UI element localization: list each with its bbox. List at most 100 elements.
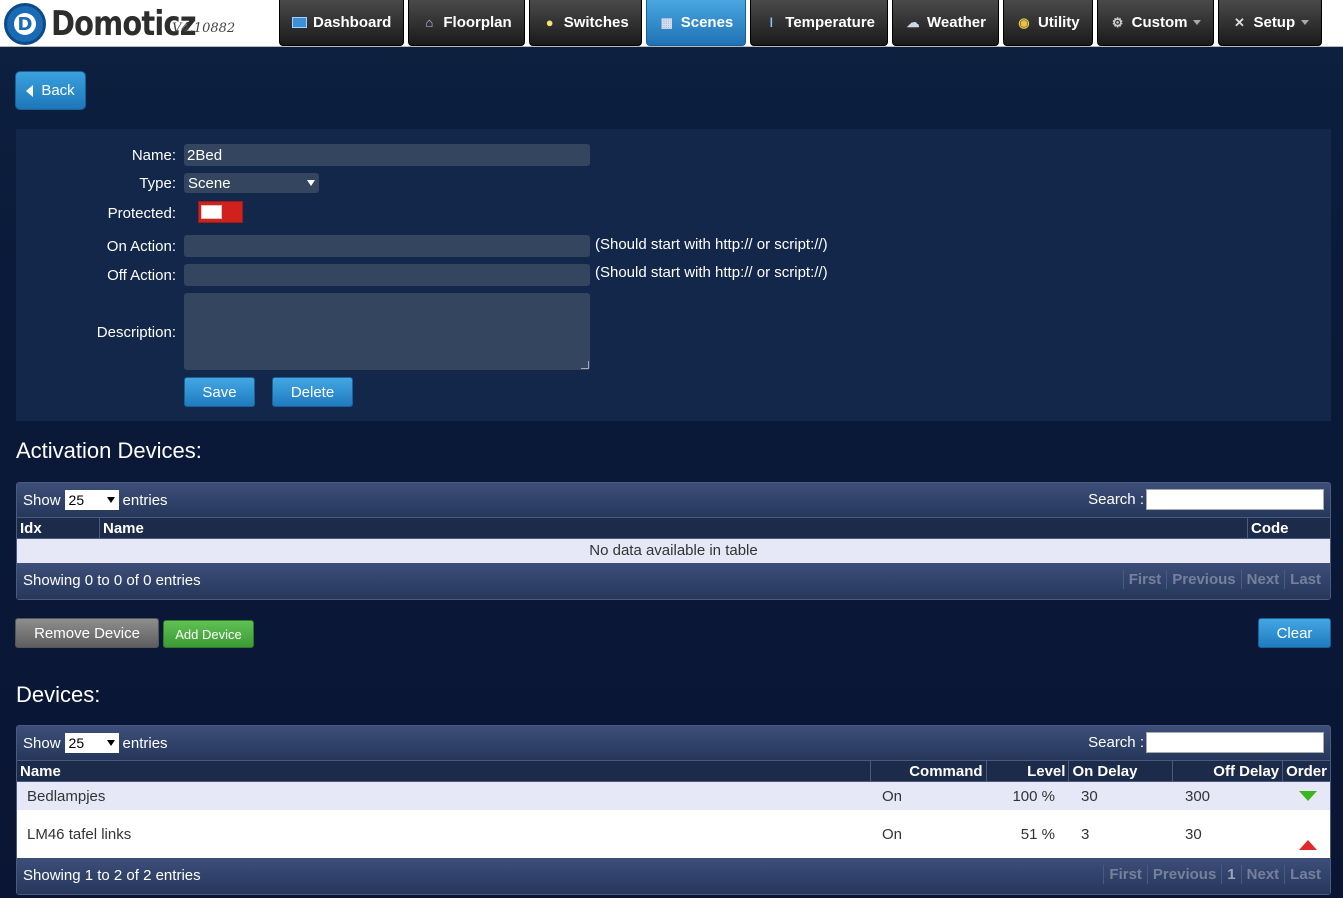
column-header-command[interactable]: Command bbox=[871, 761, 987, 781]
chevron-down-icon bbox=[1301, 20, 1310, 25]
back-arrow-icon bbox=[26, 84, 34, 97]
protected-toggle[interactable] bbox=[198, 201, 243, 223]
type-select[interactable]: Scene bbox=[184, 173, 319, 193]
activation-devices-title: Activation Devices: bbox=[16, 438, 202, 463]
length-control: Show 25 entries bbox=[23, 490, 168, 510]
main-nav: Dashboard ⌂ Floorplan ● Switches ▦ Scene… bbox=[279, 0, 1326, 46]
table-info: Showing 1 to 2 of 2 entries bbox=[23, 867, 201, 884]
floorplan-icon: ⌂ bbox=[425, 14, 434, 30]
table-footer: Showing 0 to 0 of 0 entries First Previo… bbox=[17, 563, 1330, 599]
remove-device-button[interactable]: Remove Device bbox=[15, 618, 159, 648]
empty-table-message: No data available in table bbox=[17, 539, 1330, 563]
device-on-delay: 30 bbox=[1081, 787, 1098, 805]
device-off-delay: 300 bbox=[1185, 787, 1211, 805]
description-textarea[interactable] bbox=[184, 293, 590, 370]
table-toolbar: Show 25 entries Search : bbox=[17, 483, 1330, 517]
table-toolbar: Show 25 entries Search : bbox=[17, 726, 1330, 760]
pager-next[interactable]: Next bbox=[1240, 865, 1285, 884]
device-command: On bbox=[882, 825, 903, 843]
gear-icon: ⚙ bbox=[1111, 14, 1124, 30]
column-header-name[interactable]: Name bbox=[17, 761, 871, 781]
column-header-idx[interactable]: Idx bbox=[17, 518, 100, 538]
off-action-hint: (Should start with http:// or script://) bbox=[595, 264, 828, 281]
resize-grip-icon[interactable] bbox=[581, 361, 589, 369]
clear-button[interactable]: Clear bbox=[1258, 618, 1331, 648]
pager-last[interactable]: Last bbox=[1284, 865, 1326, 884]
order-cell bbox=[1285, 782, 1330, 810]
nav-scenes[interactable]: ▦ Scenes bbox=[645, 0, 747, 46]
search-input[interactable] bbox=[1146, 489, 1324, 510]
page-length-select[interactable]: 25 bbox=[64, 490, 119, 510]
column-header-off-delay[interactable]: Off Delay bbox=[1173, 761, 1284, 781]
length-control: Show 25 entries bbox=[23, 733, 168, 753]
chevron-down-icon bbox=[106, 497, 115, 503]
device-name: Bedlampjes bbox=[27, 787, 106, 805]
nav-floorplan[interactable]: ⌂ Floorplan bbox=[408, 0, 525, 46]
off-action-label: Off Action: bbox=[107, 267, 176, 284]
table-row[interactable]: LM46 tafel links On 51 % 3 30 bbox=[17, 810, 1330, 858]
search-input[interactable] bbox=[1146, 732, 1324, 753]
chevron-down-icon bbox=[307, 180, 315, 186]
pager-previous[interactable]: Previous bbox=[1166, 570, 1240, 589]
pager-first[interactable]: First bbox=[1122, 570, 1167, 589]
toggle-knob bbox=[201, 205, 222, 219]
column-header-on-delay[interactable]: On Delay bbox=[1069, 761, 1174, 781]
scene-edit-form: Name: Type: Scene Protected: On Action: … bbox=[16, 129, 1331, 421]
pager-page-1[interactable]: 1 bbox=[1221, 865, 1240, 884]
description-label: Description: bbox=[96, 324, 176, 341]
nav-setup[interactable]: ✕ Setup bbox=[1218, 0, 1323, 46]
lightbulb-icon: ● bbox=[545, 14, 554, 30]
device-off-delay: 30 bbox=[1185, 825, 1202, 843]
pager-first[interactable]: First bbox=[1103, 865, 1147, 884]
nav-utility[interactable]: ◉ Utility bbox=[1002, 0, 1093, 46]
nav-weather[interactable]: ☁ Weather bbox=[892, 0, 999, 46]
device-level: 100 % bbox=[1012, 787, 1055, 805]
table-row[interactable]: Bedlampjes On 100 % 30 300 bbox=[17, 782, 1330, 810]
on-action-label: On Action: bbox=[106, 238, 176, 255]
app-version: V4.10882 bbox=[172, 21, 236, 36]
move-down-arrow-icon[interactable] bbox=[1298, 791, 1317, 801]
save-button[interactable]: Save bbox=[184, 377, 255, 407]
search-control: Search : bbox=[1088, 489, 1324, 510]
move-up-arrow-icon[interactable] bbox=[1298, 840, 1317, 850]
device-on-delay: 3 bbox=[1081, 825, 1090, 843]
column-header-code[interactable]: Code bbox=[1248, 518, 1330, 538]
tools-icon: ✕ bbox=[1234, 14, 1245, 30]
nav-temperature[interactable]: ǀ Temperature bbox=[750, 0, 889, 46]
pagination: First Previous Next Last bbox=[1122, 570, 1326, 589]
pager-previous[interactable]: Previous bbox=[1146, 865, 1221, 884]
table-header: Name Command Level On Delay Off Delay Or… bbox=[17, 760, 1330, 782]
devices-table: Show 25 entries Search : Name Command Le… bbox=[16, 725, 1331, 895]
delete-button[interactable]: Delete bbox=[272, 377, 353, 407]
chevron-down-icon bbox=[106, 740, 115, 746]
column-header-level[interactable]: Level bbox=[987, 761, 1070, 781]
column-header-name[interactable]: Name bbox=[100, 518, 1248, 538]
on-action-input[interactable] bbox=[184, 235, 590, 257]
device-command: On bbox=[882, 787, 903, 805]
pager-next[interactable]: Next bbox=[1240, 570, 1285, 589]
nav-dashboard[interactable]: Dashboard bbox=[279, 0, 405, 46]
dashboard-icon bbox=[292, 17, 307, 28]
nav-custom[interactable]: ⚙ Custom bbox=[1096, 0, 1215, 46]
activation-devices-table: Show 25 entries Search : Idx Name Code N… bbox=[16, 482, 1331, 600]
device-name: LM46 tafel links bbox=[27, 825, 132, 843]
name-input[interactable] bbox=[184, 144, 590, 166]
order-cell bbox=[1285, 810, 1330, 858]
device-level: 51 % bbox=[1020, 825, 1055, 843]
table-info: Showing 0 to 0 of 0 entries bbox=[23, 572, 201, 589]
column-header-order[interactable]: Order bbox=[1283, 761, 1330, 781]
pager-last[interactable]: Last bbox=[1284, 570, 1326, 589]
add-device-button[interactable]: Add Device bbox=[163, 620, 254, 648]
back-button[interactable]: Back bbox=[15, 71, 86, 110]
search-control: Search : bbox=[1088, 732, 1324, 753]
off-action-input[interactable] bbox=[184, 264, 590, 286]
utility-icon: ◉ bbox=[1018, 14, 1030, 30]
chevron-down-icon bbox=[1193, 20, 1202, 25]
on-action-hint: (Should start with http:// or script://) bbox=[595, 236, 828, 253]
protected-label: Protected: bbox=[107, 205, 176, 222]
devices-title: Devices: bbox=[16, 682, 101, 707]
clapperboard-icon: ▦ bbox=[660, 14, 673, 30]
nav-switches[interactable]: ● Switches bbox=[528, 0, 642, 46]
page-length-select[interactable]: 25 bbox=[64, 733, 119, 753]
top-bar: D Domoticz V4.10882 Dashboard ⌂ Floorpla… bbox=[0, 0, 1343, 47]
